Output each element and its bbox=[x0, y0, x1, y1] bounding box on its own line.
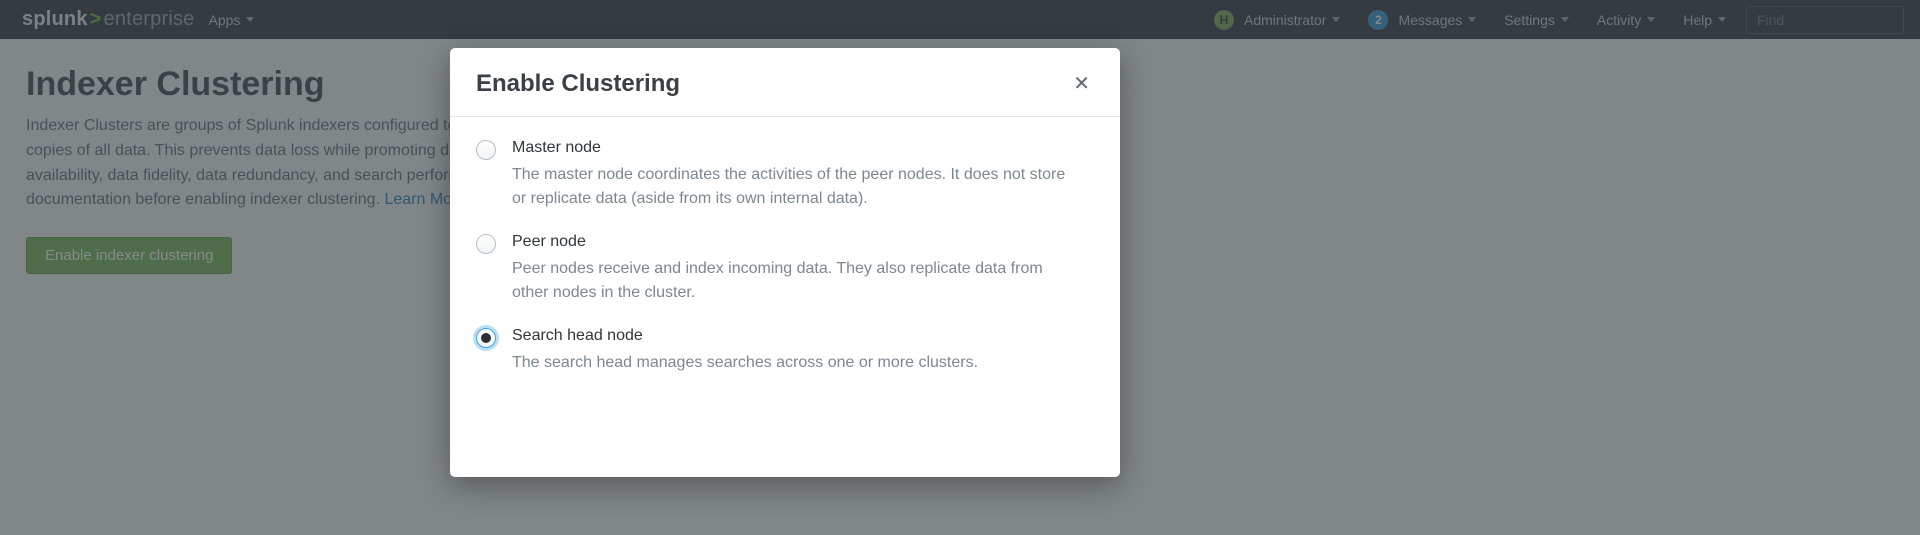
option-master-node[interactable]: Master node The master node coordinates … bbox=[476, 139, 1094, 211]
option-desc: The master node coordinates the activiti… bbox=[512, 163, 1072, 211]
option-search-head-node[interactable]: Search head node The search head manages… bbox=[476, 327, 1094, 375]
option-label: Master node bbox=[512, 139, 1072, 157]
option-texts: Peer node Peer nodes receive and index i… bbox=[512, 233, 1072, 305]
option-peer-node[interactable]: Peer node Peer nodes receive and index i… bbox=[476, 233, 1094, 305]
modal-title: Enable Clustering bbox=[476, 70, 680, 98]
option-texts: Search head node The search head manages… bbox=[512, 327, 978, 375]
radio-search-head-node[interactable] bbox=[476, 328, 496, 348]
option-desc: Peer nodes receive and index incoming da… bbox=[512, 257, 1072, 305]
radio-master-node[interactable] bbox=[476, 140, 496, 160]
option-texts: Master node The master node coordinates … bbox=[512, 139, 1072, 211]
option-desc: The search head manages searches across … bbox=[512, 351, 978, 375]
close-icon[interactable]: ✕ bbox=[1069, 70, 1094, 98]
option-label: Search head node bbox=[512, 327, 978, 345]
modal-body: Master node The master node coordinates … bbox=[450, 117, 1120, 477]
radio-peer-node[interactable] bbox=[476, 234, 496, 254]
option-label: Peer node bbox=[512, 233, 1072, 251]
modal-header: Enable Clustering ✕ bbox=[450, 48, 1120, 117]
enable-clustering-modal: Enable Clustering ✕ Master node The mast… bbox=[450, 48, 1120, 477]
